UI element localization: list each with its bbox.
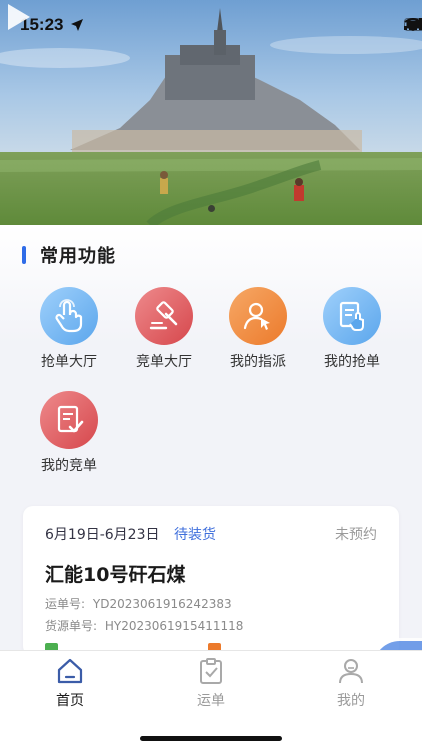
location-arrow-icon bbox=[71, 19, 83, 31]
order-title: 汇能10号矸石煤 bbox=[45, 564, 186, 586]
order-booking-status: 未预约 bbox=[335, 527, 377, 543]
tab-label: 运单 bbox=[197, 693, 225, 709]
clipboard-check-icon bbox=[200, 658, 222, 684]
waybill-label: 运单号: bbox=[45, 597, 86, 611]
function-label: 竞单大厅 bbox=[136, 354, 192, 370]
order-status-badge: 待装货 bbox=[174, 527, 216, 543]
main-content: 常用功能 抢单大厅 竞单大厅 我的指派 我的抢单 我的竞单 6月19日-6月23… bbox=[0, 225, 422, 656]
function-label: 抢单大厅 bbox=[41, 354, 97, 370]
waybill-number-row: 运单号: YD2023061916242383 bbox=[45, 595, 232, 612]
battery-icon bbox=[404, 18, 422, 31]
function-label: 我的指派 bbox=[230, 354, 286, 370]
banner-carousel[interactable]: 15:23 bbox=[0, 0, 422, 225]
function-grab-hall[interactable]: 抢单大厅 bbox=[22, 287, 116, 371]
play-icon[interactable] bbox=[0, 0, 34, 34]
waybill-number: YD2023061916242383 bbox=[92, 597, 232, 611]
tap-hand-icon bbox=[40, 287, 98, 345]
document-hand-icon bbox=[323, 287, 381, 345]
tab-waybill[interactable]: 运单 bbox=[166, 657, 256, 710]
section-title: 常用功能 bbox=[40, 246, 116, 267]
bottom-tab-bar: 首页 运单 我的 bbox=[0, 650, 422, 750]
status-bar: 15:23 bbox=[0, 0, 422, 50]
tab-mine[interactable]: 我的 bbox=[306, 657, 396, 710]
source-number: HY2023061915411118 bbox=[104, 619, 244, 633]
source-label: 货源单号: bbox=[45, 619, 98, 633]
order-date-range: 6月19日-6月23日 bbox=[45, 527, 160, 543]
function-label: 我的抢单 bbox=[324, 354, 380, 370]
function-label: 我的竞单 bbox=[41, 458, 97, 474]
tab-label: 首页 bbox=[56, 693, 84, 709]
order-card[interactable]: 6月19日-6月23日 待装货 未预约 汇能10号矸石煤 运单号: YD2023… bbox=[23, 506, 399, 656]
source-number-row: 货源单号: HY2023061915411118 bbox=[45, 617, 243, 634]
document-check-icon bbox=[40, 391, 98, 449]
tab-label: 我的 bbox=[337, 693, 365, 709]
function-my-bid[interactable]: 我的竞单 bbox=[22, 391, 116, 475]
tab-home[interactable]: 首页 bbox=[25, 657, 115, 710]
home-icon bbox=[57, 658, 83, 684]
user-icon bbox=[339, 659, 363, 684]
gavel-icon bbox=[135, 287, 193, 345]
section-header: 常用功能 bbox=[22, 242, 116, 268]
section-accent-bar bbox=[22, 246, 26, 264]
home-indicator bbox=[140, 736, 282, 741]
function-my-grab[interactable]: 我的抢单 bbox=[305, 287, 399, 371]
carousel-indicator bbox=[0, 205, 422, 212]
user-pointer-icon bbox=[229, 287, 287, 345]
carousel-dot bbox=[207, 205, 215, 212]
function-my-assign[interactable]: 我的指派 bbox=[211, 287, 305, 371]
function-bid-hall[interactable]: 竞单大厅 bbox=[117, 287, 211, 371]
